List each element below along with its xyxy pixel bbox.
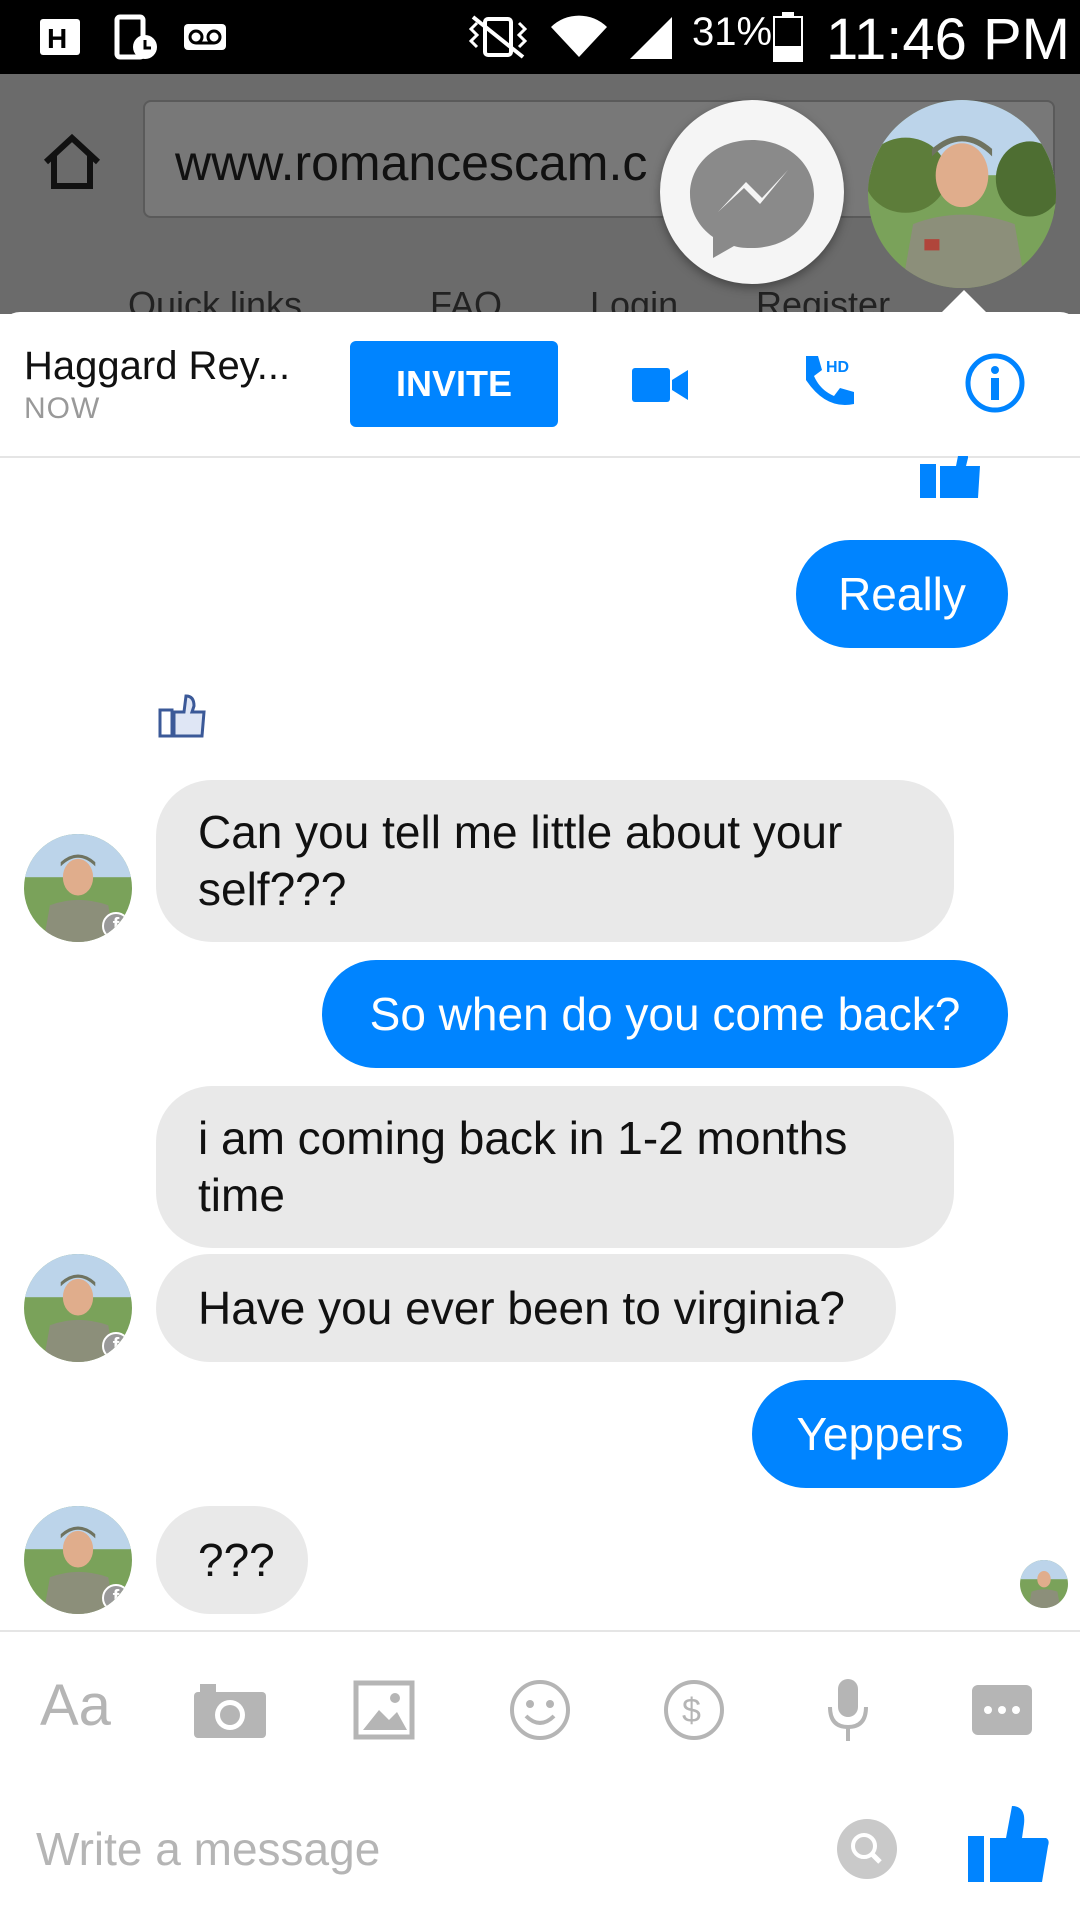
- faq-link[interactable]: FAQ: [430, 284, 502, 314]
- wifi-icon: [548, 12, 610, 62]
- video-call-icon[interactable]: [628, 358, 692, 412]
- signal-icon: [626, 12, 676, 62]
- message-bubble-sent[interactable]: Really: [796, 540, 1008, 648]
- camera-icon[interactable]: [190, 1670, 270, 1750]
- phone-hd-icon[interactable]: HD: [796, 350, 860, 414]
- svg-text:H: H: [47, 23, 67, 54]
- presence-status: NOW: [24, 392, 101, 425]
- svg-text:$: $: [682, 1692, 701, 1730]
- home-icon[interactable]: [40, 132, 104, 192]
- quick-links-link[interactable]: Quick links: [128, 284, 302, 314]
- panel-pointer: [942, 290, 986, 312]
- facebook-badge-icon: f: [102, 1332, 130, 1360]
- contact-avatar[interactable]: f: [24, 1506, 132, 1614]
- facebook-badge-icon: f: [102, 1584, 130, 1612]
- url-text: www.romancescam.c: [175, 135, 648, 191]
- reaction-like-icon: [156, 690, 208, 740]
- gallery-icon[interactable]: [344, 1670, 424, 1750]
- message-bubble-sent[interactable]: So when do you come back?: [322, 960, 1008, 1068]
- sent-like-icon: [916, 456, 984, 500]
- contact-avatar[interactable]: f: [24, 834, 132, 942]
- svg-text:HD: HD: [826, 359, 849, 376]
- login-link[interactable]: Login: [590, 284, 678, 314]
- phone-clock-icon: [110, 12, 160, 62]
- battery-icon: [772, 12, 804, 62]
- vibrate-icon: [462, 12, 534, 62]
- messenger-chat-head[interactable]: [660, 100, 844, 284]
- invite-button[interactable]: INVITE: [350, 341, 558, 427]
- read-receipt-avatar: [1020, 1560, 1068, 1608]
- contact-name[interactable]: Haggard Rey...: [24, 344, 290, 389]
- message-bubble-sent[interactable]: Yeppers: [752, 1380, 1008, 1488]
- message-bubble-received[interactable]: Have you ever been to virginia?: [156, 1254, 896, 1362]
- status-bar: H 31% 11:46 PM: [0, 0, 1080, 74]
- contact-avatar[interactable]: f: [24, 1254, 132, 1362]
- search-icon[interactable]: [836, 1818, 898, 1880]
- microphone-icon[interactable]: [808, 1670, 888, 1750]
- composer-divider: [0, 1630, 1080, 1632]
- contact-chat-head[interactable]: [868, 100, 1056, 288]
- voicemail-icon: [180, 12, 230, 62]
- facebook-badge-icon: f: [102, 912, 130, 940]
- like-send-icon[interactable]: [966, 1800, 1050, 1884]
- clock: 11:46 PM: [826, 7, 1070, 72]
- message-bubble-received[interactable]: Can you tell me little about your self??…: [156, 780, 954, 942]
- text-format-button[interactable]: Aa: [40, 1672, 111, 1739]
- messenger-icon: [690, 140, 814, 258]
- emoji-icon[interactable]: [500, 1670, 580, 1750]
- message-bubble-received[interactable]: i am coming back in 1-2 months time: [156, 1086, 954, 1248]
- info-icon[interactable]: [964, 352, 1026, 414]
- message-input[interactable]: Write a message: [36, 1822, 380, 1876]
- h-plus-icon: H: [36, 12, 84, 62]
- battery-percent: 31%: [692, 10, 773, 54]
- more-options-icon[interactable]: [962, 1670, 1042, 1750]
- message-bubble-received[interactable]: ???: [156, 1506, 308, 1614]
- payment-icon[interactable]: $: [654, 1670, 734, 1750]
- register-link[interactable]: Register: [756, 284, 890, 314]
